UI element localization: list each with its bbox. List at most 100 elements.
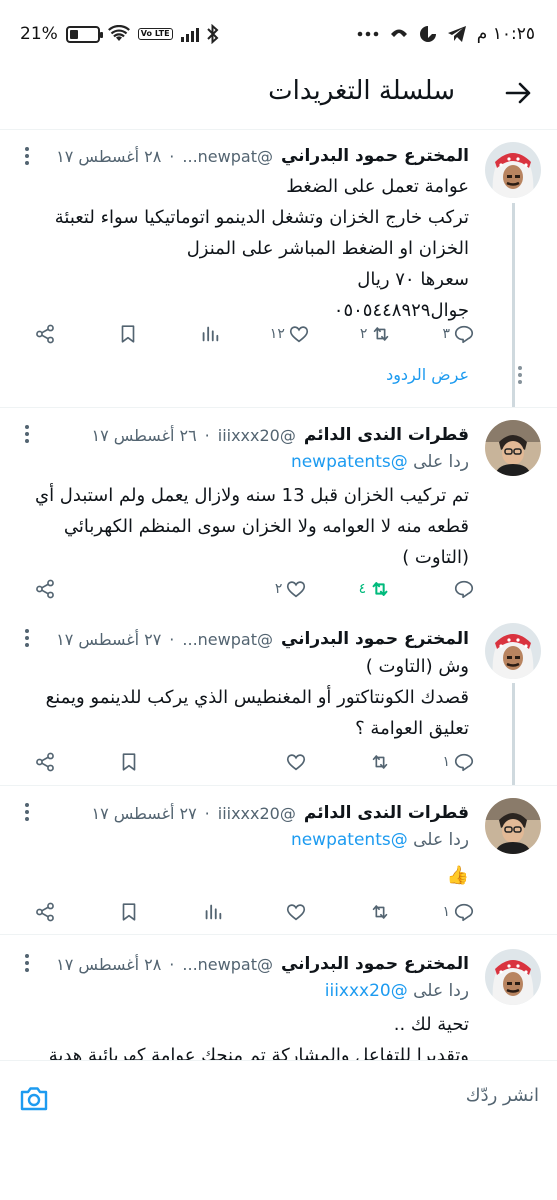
alarm-icon	[390, 29, 407, 37]
tweet[interactable]: المخترع حمود البدراني @newpat... · ٢٨ أغ…	[0, 131, 557, 407]
avatar[interactable]	[485, 798, 541, 854]
like-count: ١٢	[269, 326, 285, 342]
author-name[interactable]: المخترع حمود البدراني	[281, 954, 469, 974]
bookmark-icon	[122, 903, 136, 921]
separator-dot: ·	[204, 803, 210, 823]
separator-dot: ·	[169, 146, 175, 166]
analytics-icon	[202, 326, 219, 342]
reply-input[interactable]: انشر ردّك	[466, 1085, 539, 1106]
tweet-time: ٢٦ أغسطس ١٧	[91, 425, 197, 445]
share-icon	[36, 752, 54, 772]
tweet-actions: ١	[22, 898, 475, 926]
author-handle[interactable]: @iiixxx20	[218, 426, 296, 445]
avatar[interactable]	[485, 949, 541, 1005]
like-button[interactable]	[273, 751, 307, 773]
replying-prefix: ردا على	[413, 830, 469, 850]
more-options-icon[interactable]	[24, 952, 30, 974]
replying-prefix: ردا على	[413, 452, 469, 472]
tweet-header: المخترع حمود البدراني @newpat... · ٢٨ أغ…	[18, 143, 469, 169]
author-handle[interactable]: @iiixxx20	[218, 804, 296, 823]
tweet-time: ٢٧ أغسطس ١٧	[91, 803, 197, 823]
reply-button[interactable]: ٣	[441, 323, 475, 345]
retweet-icon	[372, 582, 388, 596]
retweet-button[interactable]	[357, 901, 391, 923]
thread-header: سلسلة التغريدات	[0, 62, 557, 130]
like-button[interactable]	[273, 901, 307, 923]
avatar[interactable]	[485, 420, 541, 476]
replying-to-handle[interactable]: @newpatents	[291, 830, 408, 850]
avatar[interactable]	[485, 623, 541, 679]
retweet-button[interactable]: ٤	[357, 578, 391, 600]
author-name[interactable]: قطرات الندى الدائم	[304, 425, 469, 445]
status-time: ١٠:٢٥ م	[476, 24, 535, 44]
reply-composer[interactable]: انشر ردّك	[0, 1060, 557, 1200]
retweet-button[interactable]: ٢	[358, 323, 392, 345]
share-button[interactable]	[22, 751, 56, 773]
page-title: سلسلة التغريدات	[268, 76, 455, 106]
analytics-icon	[205, 904, 221, 920]
like-button[interactable]: ١٢	[270, 323, 310, 345]
tweet-header: المخترع حمود البدراني @newpat... · ٢٧ أغ…	[18, 626, 469, 652]
author-handle[interactable]: @newpat...	[182, 147, 273, 166]
share-button[interactable]	[22, 578, 56, 600]
more-options-icon[interactable]	[24, 627, 30, 649]
camera-icon[interactable]	[18, 1083, 50, 1115]
views-button[interactable]	[187, 323, 221, 345]
reply-count: ٣	[442, 326, 450, 342]
reply-button[interactable]: ١	[441, 751, 475, 773]
tweet[interactable]: المخترع حمود البدراني @newpat... · ٢٧ أغ…	[0, 615, 557, 785]
author-name[interactable]: قطرات الندى الدائم	[304, 803, 469, 823]
replying-prefix: ردا على	[413, 981, 469, 1001]
retweet-icon	[372, 755, 388, 769]
replying-to: ردا على @newpatents	[291, 452, 469, 472]
thread-line	[512, 203, 515, 407]
tweet[interactable]: قطرات الندى الدائم @iiixxx20 · ٢٦ أغسطس …	[0, 408, 557, 615]
arrow-back-icon[interactable]	[503, 78, 533, 108]
more-options-icon[interactable]	[24, 145, 30, 167]
replying-to: ردا على @newpatents	[291, 830, 469, 850]
telegram-icon	[447, 26, 466, 42]
app-notification-icon	[419, 26, 436, 42]
like-button[interactable]: ٢	[273, 578, 307, 600]
more-options-icon[interactable]	[24, 801, 30, 823]
replying-to: ردا على @iiixxx20	[325, 981, 469, 1001]
retweet-count: ٤	[358, 581, 367, 597]
reply-button[interactable]: ١	[441, 901, 475, 923]
tweet-actions: ٤ ٢	[22, 575, 475, 603]
views-button[interactable]	[190, 901, 224, 923]
heart-icon	[287, 581, 306, 598]
signal-icon	[180, 26, 199, 42]
author-handle[interactable]: @newpat...	[182, 630, 273, 649]
battery-percentage: 21%	[20, 24, 58, 44]
heart-icon	[287, 904, 306, 921]
volte-icon: Vo LTE	[137, 28, 173, 40]
show-replies-more-icon[interactable]	[517, 364, 523, 386]
tweet[interactable]: قطرات الندى الدائم @iiixxx20 · ٢٧ أغسطس …	[0, 786, 557, 934]
bookmark-button[interactable]	[106, 901, 140, 923]
tweet-time: ٢٨ أغسطس ١٧	[56, 954, 162, 974]
replying-to-handle[interactable]: @iiixxx20	[325, 981, 408, 1001]
author-name[interactable]: المخترع حمود البدراني	[281, 629, 469, 649]
author-name[interactable]: المخترع حمود البدراني	[281, 146, 469, 166]
more-dots-icon	[357, 31, 379, 37]
separator-dot: ·	[169, 629, 175, 649]
retweet-icon	[372, 905, 388, 919]
tweet-time: ٢٧ أغسطس ١٧	[56, 629, 162, 649]
tweet[interactable]: المخترع حمود البدراني @newpat... · ٢٨ أغ…	[0, 935, 557, 1060]
avatar[interactable]	[485, 142, 541, 198]
bookmark-icon	[122, 753, 136, 771]
replying-to-handle[interactable]: @newpatents	[291, 452, 408, 472]
more-options-icon[interactable]	[24, 423, 30, 445]
reply-button[interactable]	[441, 578, 475, 600]
author-handle[interactable]: @newpat...	[182, 955, 273, 974]
show-replies-link[interactable]: عرض الردود	[386, 365, 469, 384]
tweet-text: عوامة تعمل على الضغط تركب خارج الخزان وت…	[54, 176, 469, 321]
separator-dot: ·	[169, 954, 175, 974]
retweet-button[interactable]	[357, 751, 391, 773]
share-button[interactable]	[22, 323, 56, 345]
bookmark-button[interactable]	[105, 323, 139, 345]
tweet-text: وش (التاوت ) قصدك الكونتاكتور أو المغنطي…	[45, 656, 469, 739]
reply-icon	[454, 903, 474, 922]
bookmark-button[interactable]	[106, 751, 140, 773]
share-button[interactable]	[22, 901, 56, 923]
